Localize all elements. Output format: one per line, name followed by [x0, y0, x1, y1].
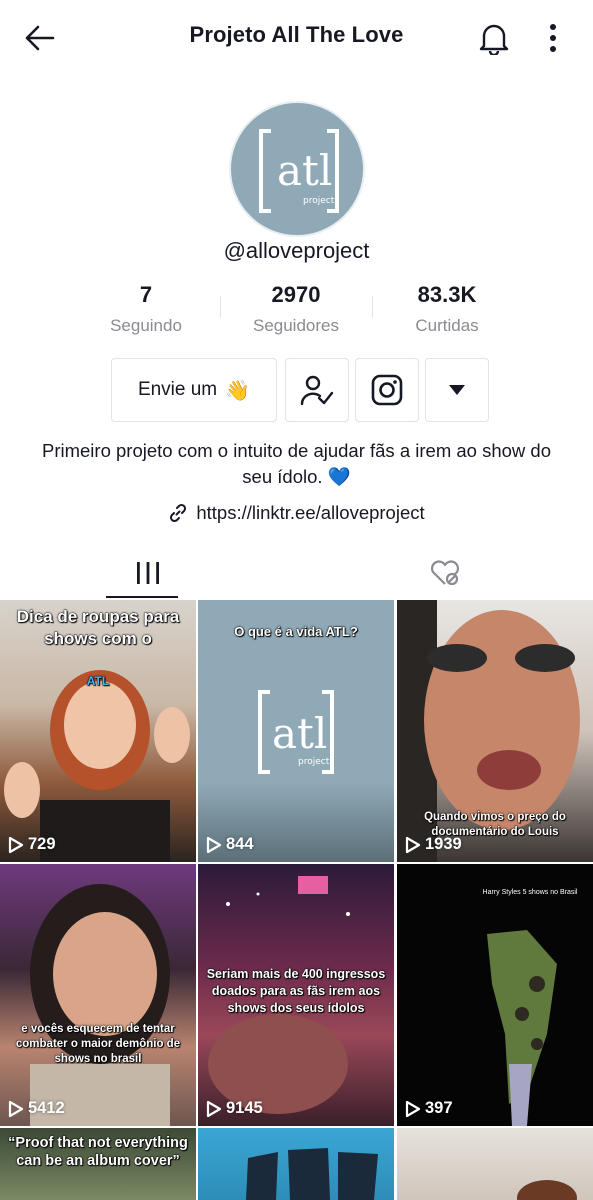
play-icon	[405, 836, 421, 853]
video-caption: Dica de roupas para shows com o	[16, 607, 180, 649]
profile-bio: Primeiro projeto com o intuito de ajudar…	[41, 440, 551, 487]
play-icon	[405, 1100, 421, 1117]
thumbnail-image	[487, 930, 557, 1126]
video-badge: ATL	[86, 674, 110, 689]
view-count: 844	[206, 835, 254, 854]
stats-row: 7 Seguindo 2970 Seguidores 83.3K Curtida…	[0, 282, 593, 346]
profile-link-text: https://linktr.ee/alloveproject	[196, 502, 425, 523]
view-count-value: 844	[226, 835, 254, 853]
grid-bars-icon	[137, 562, 159, 584]
notifications-button[interactable]	[472, 16, 516, 60]
view-count-value: 1939	[425, 835, 462, 853]
stat-divider	[372, 296, 373, 318]
video-caption: e vocês esquecem de tentar combater o ma…	[15, 1023, 181, 1066]
video-caption: Harry Styles 5 shows no Brasil	[482, 889, 578, 896]
more-options-button[interactable]	[536, 16, 570, 60]
view-count-value: 9145	[226, 1099, 263, 1117]
stat-followers-value: 2970	[271, 282, 321, 307]
suggested-accounts-button[interactable]	[425, 358, 489, 422]
stat-following-label: Seguindo	[110, 316, 182, 335]
video-grid: Dica de roupas para shows com o ATL 729 …	[0, 600, 593, 1200]
thumbnail-logo-main: atl	[272, 709, 327, 758]
video-thumbnail[interactable]	[198, 1128, 394, 1200]
view-count: 397	[405, 1099, 453, 1118]
play-icon	[8, 1100, 24, 1117]
video-thumbnail[interactable]	[397, 1128, 593, 1200]
link-icon	[170, 503, 187, 523]
more-vertical-icon	[550, 24, 556, 52]
atl-logo: atl project	[259, 129, 339, 213]
view-count-value: 397	[425, 1099, 453, 1117]
play-icon	[206, 836, 222, 853]
following-button[interactable]	[285, 358, 349, 422]
video-thumbnail[interactable]: Seriam mais de 400 ingressos doados para…	[198, 864, 394, 1126]
video-caption: O que é a vida ATL?	[234, 624, 358, 640]
video-caption: “Proof that not everything can be an alb…	[8, 1135, 188, 1170]
profile-tabs	[0, 548, 593, 598]
view-count: 5412	[8, 1099, 65, 1118]
instagram-icon	[371, 374, 403, 406]
bell-icon	[479, 24, 509, 55]
play-icon	[206, 1100, 222, 1117]
thumbnail-logo-sub: project	[298, 757, 330, 767]
video-thumbnail[interactable]: e vocês esquecem de tentar combater o ma…	[0, 864, 196, 1126]
stat-likes-value: 83.3K	[417, 282, 477, 307]
message-button[interactable]: Envie um 👋	[111, 358, 277, 422]
video-thumbnail[interactable]: Quando vimos o preço do documentário do …	[397, 600, 593, 862]
triangle-down-icon	[449, 385, 465, 395]
message-button-label: Envie um	[137, 379, 218, 400]
video-thumbnail[interactable]: Dica de roupas para shows com o ATL 729	[0, 600, 196, 862]
profile-handle: @alloveproject	[223, 238, 370, 263]
profile-link[interactable]: https://linktr.ee/alloveproject	[0, 500, 593, 526]
stat-likes-label: Curtidas	[415, 316, 479, 335]
view-count: 729	[8, 835, 56, 854]
view-count: 1939	[405, 835, 462, 854]
stat-following[interactable]: 7 Seguindo	[81, 282, 211, 336]
video-thumbnail[interactable]: Harry Styles 5 shows no Brasil 397	[397, 864, 593, 1126]
thumbnail-image	[30, 884, 170, 1126]
video-caption: Seriam mais de 400 ingressos doados para…	[206, 967, 386, 1016]
avatar-logo-sub: project	[303, 196, 335, 206]
top-bar: Projeto All The Love	[0, 0, 593, 76]
thumbnail-image: atl project	[258, 690, 334, 774]
thumbnail-image	[517, 1180, 577, 1200]
avatar[interactable]: atl project	[229, 101, 365, 237]
view-count-value: 729	[28, 835, 56, 853]
stat-followers[interactable]: 2970 Seguidores	[231, 282, 361, 336]
stat-divider	[220, 296, 221, 318]
view-count: 9145	[206, 1099, 263, 1118]
instagram-button[interactable]	[355, 358, 419, 422]
avatar-logo-main: atl	[277, 146, 332, 195]
friends-check-icon	[300, 375, 334, 406]
play-icon	[8, 836, 24, 853]
wave-emoji: 👋	[225, 379, 251, 402]
tab-videos[interactable]	[0, 548, 296, 598]
stat-followers-label: Seguidores	[252, 316, 339, 335]
thumbnail-image	[246, 1148, 378, 1200]
stat-following-value: 7	[139, 282, 153, 307]
view-count-value: 5412	[28, 1099, 65, 1117]
tab-liked[interactable]	[297, 548, 593, 598]
stat-likes[interactable]: 83.3K Curtidas	[382, 282, 512, 336]
video-thumbnail[interactable]: “Proof that not everything can be an alb…	[0, 1128, 196, 1200]
video-thumbnail[interactable]: atl project O que é a vida ATL? 844	[198, 600, 394, 862]
liked-hidden-icon	[430, 560, 460, 586]
